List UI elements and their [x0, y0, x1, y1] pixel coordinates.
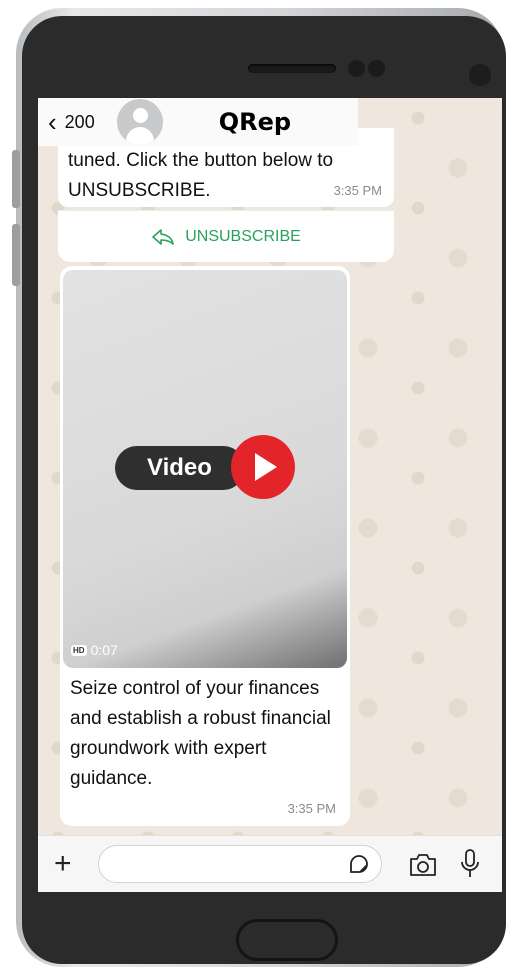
unsubscribe-label: UNSUBSCRIBE — [185, 227, 301, 245]
video-meta: HD 0:07 — [71, 642, 118, 658]
unsubscribe-button[interactable]: UNSUBSCRIBE — [58, 210, 394, 262]
volume-up-button — [12, 150, 20, 208]
video-thumbnail[interactable]: Video HD 0:07 — [63, 270, 347, 668]
video-label: Video — [147, 454, 212, 481]
video-message-bubble: Video HD 0:07 Seize control of your fina… — [60, 266, 350, 826]
message-composer: + — [38, 835, 502, 892]
message-text: Seize control of your finances and estab… — [70, 678, 331, 789]
speaker-grille — [248, 64, 336, 73]
volume-down-button — [12, 224, 20, 286]
message-timestamp: 3:35 PM — [333, 183, 382, 198]
sensor-dot — [348, 60, 365, 77]
front-camera — [469, 64, 491, 86]
message-timestamp: 3:35 PM — [287, 801, 336, 816]
plus-icon[interactable]: + — [54, 847, 72, 881]
sticker-icon[interactable] — [348, 853, 370, 875]
reply-icon — [152, 228, 175, 245]
video-duration: 0:07 — [90, 642, 118, 658]
chevron-left-icon: ‹ — [48, 107, 57, 137]
message-input[interactable] — [98, 845, 382, 883]
avatar-icon[interactable] — [116, 99, 163, 145]
chat-screen: tuned. Click the button below to UNSUBSC… — [38, 98, 502, 892]
unread-count: 200 — [64, 111, 95, 132]
hd-icon: HD — [71, 644, 87, 656]
back-button[interactable]: ‹ 200 — [48, 98, 95, 146]
sensor-dot — [368, 60, 385, 77]
chat-header: ‹ 200 QRep — [38, 98, 358, 146]
play-icon — [255, 453, 277, 481]
video-label-pill: Video — [115, 446, 245, 490]
mic-icon[interactable] — [460, 848, 480, 880]
contact-name[interactable]: QRep — [219, 108, 291, 136]
play-button[interactable] — [231, 435, 295, 499]
home-button[interactable] — [236, 919, 338, 961]
camera-icon[interactable] — [408, 852, 438, 878]
